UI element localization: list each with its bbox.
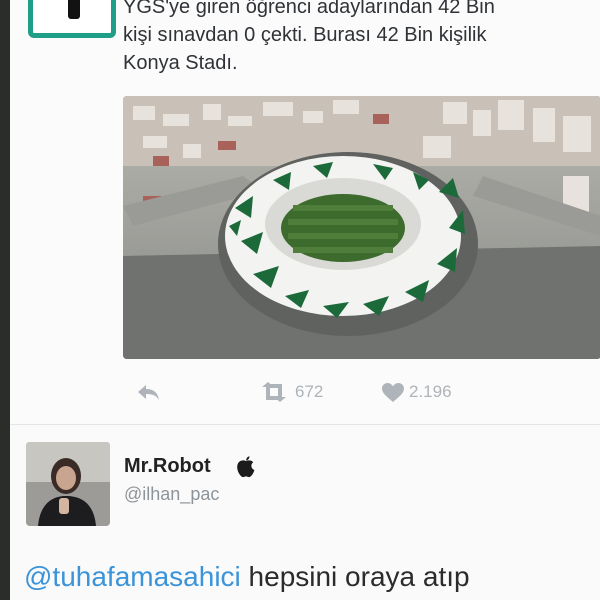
stadium-aerial-image: [123, 96, 600, 359]
tweet-top: YGS'ye giren öğrenci adaylarından 42 Bin…: [10, 0, 600, 424]
reply-tweet-text: @tuhafamasahici hepsini oraya atıp: [24, 561, 470, 593]
profile-photo: [26, 442, 110, 526]
tweet-text-line: Konya Stadı.: [123, 52, 238, 74]
display-name[interactable]: Mr.Robot: [124, 455, 211, 478]
avatar[interactable]: [28, 0, 116, 38]
like-count: 2.196: [409, 382, 452, 401]
bottle-icon: [68, 0, 80, 19]
reply-icon[interactable]: [135, 382, 161, 407]
tweet-actions: 672 2.196: [123, 378, 483, 406]
tweet-text-line: YGS'ye giren öğrenci adaylarından 42 Bin: [123, 0, 495, 18]
tweet-text: YGS'ye giren öğrenci adaylarından 42 Bin…: [123, 0, 593, 77]
reply-text-body: hepsini oraya atıp: [240, 561, 470, 592]
username[interactable]: @ilhan_pac: [124, 484, 219, 505]
mention-link[interactable]: @tuhafamasahici: [24, 561, 241, 592]
retweet-count: 672: [295, 382, 324, 401]
tweet-panel: YGS'ye giren öğrenci adaylarından 42 Bin…: [10, 0, 600, 600]
apple-icon: [236, 456, 256, 483]
tweet-text-line: kişi sınavdan 0 çekti. Burası 42 Bin kiş…: [123, 24, 487, 46]
tweet-bottom: Mr.Robot @ilhan_pac @tuhafamasahici heps…: [10, 425, 600, 600]
retweet-icon[interactable]: [258, 382, 290, 407]
tweet-photo[interactable]: [123, 96, 600, 359]
heart-icon[interactable]: [382, 383, 404, 408]
avatar[interactable]: [26, 442, 110, 526]
